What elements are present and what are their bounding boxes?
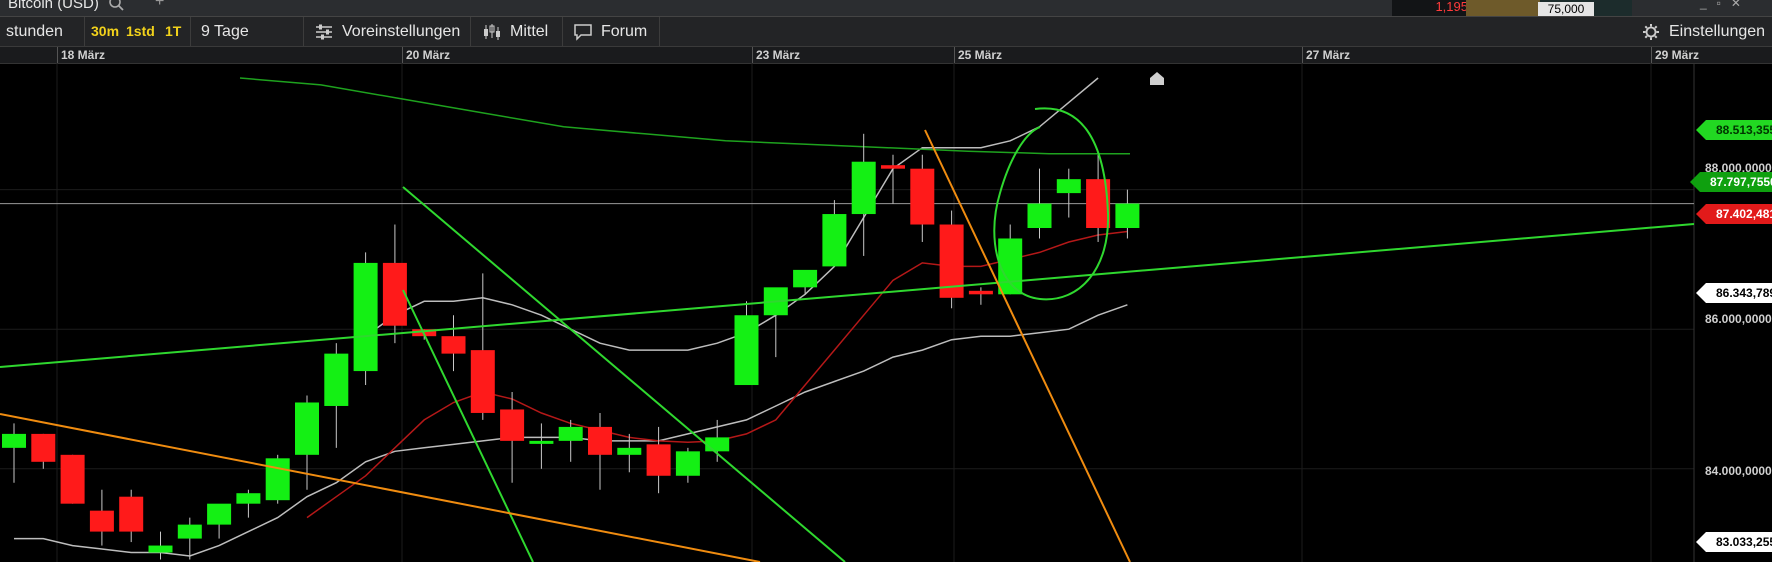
date-label: 27 März — [1306, 48, 1351, 62]
chart-toolbar: stunden 30m 1std 1T 9 Tage Voreinstellun… — [0, 17, 1772, 47]
candle-bull — [851, 161, 876, 215]
interval-1t-button[interactable]: 1T — [165, 17, 181, 46]
candle-bull — [177, 524, 202, 539]
candle-bear — [500, 409, 525, 441]
chart-grid — [0, 63, 1695, 562]
candle-bull — [1115, 203, 1140, 229]
candle-bull — [675, 451, 700, 476]
candle-bull — [324, 353, 349, 406]
date-label: 25 März — [958, 48, 1003, 62]
candle-bear — [60, 454, 85, 504]
chat-bubble-icon — [574, 24, 592, 41]
interval-30m-button[interactable]: 30m — [91, 17, 119, 46]
interval-label: stunden — [6, 23, 63, 40]
date-axis: 18 März 20 März 23 März 25 März 27 März … — [0, 47, 1772, 64]
candle-bull — [617, 447, 642, 455]
candle-bear — [470, 350, 495, 413]
candle-bull — [705, 437, 730, 452]
candle-bear — [646, 444, 671, 476]
candle-bear — [31, 433, 56, 462]
candle-bull — [295, 402, 319, 455]
indicator-button[interactable]: Mittel — [510, 17, 548, 46]
candle-bear — [119, 496, 144, 532]
sliders-icon — [316, 24, 332, 40]
candles-group — [2, 133, 1140, 560]
candle-bull — [529, 440, 554, 444]
candle-bear — [588, 426, 612, 455]
candle-bull — [207, 503, 232, 525]
candle-bear — [382, 262, 407, 326]
settings-button[interactable]: Einstellungen — [1669, 17, 1765, 46]
candle-bull — [734, 315, 759, 386]
price-tag-lower-band: 86.343,7896 — [1696, 283, 1772, 303]
gear-icon — [1643, 24, 1659, 40]
candle-bear — [881, 165, 905, 169]
candle-bear — [89, 510, 114, 532]
candle-bear — [910, 168, 935, 225]
search-icon[interactable] — [108, 0, 126, 13]
candle-bull — [236, 493, 261, 504]
forum-button[interactable]: Forum — [601, 17, 647, 46]
candle-bear — [441, 336, 466, 354]
candle-bull — [558, 426, 583, 441]
presets-button[interactable]: Voreinstellungen — [342, 17, 460, 46]
trendline — [0, 413, 761, 562]
scroll-up-icon[interactable] — [1150, 72, 1164, 85]
candle-bull — [148, 545, 173, 553]
bollinger-upper-line — [365, 77, 1099, 351]
add-tab-button[interactable]: + — [155, 0, 164, 11]
candle-bear — [968, 290, 993, 295]
range-selector[interactable]: 9 Tage — [201, 17, 249, 46]
date-label: 29 März — [1655, 48, 1700, 62]
candle-bull — [822, 214, 847, 267]
date-label: 23 März — [756, 48, 801, 62]
interval-1std-button[interactable]: 1std — [126, 17, 155, 46]
price-chart[interactable] — [0, 63, 1772, 562]
level-value: 75,000 — [1538, 2, 1594, 16]
candlestick-icon — [484, 24, 500, 40]
price-scale-label: 86.000,0000 — [1705, 312, 1772, 326]
price-tag-ma: 87.402,4818 — [1696, 204, 1772, 224]
date-label: 20 März — [406, 48, 451, 62]
window-title-strip: Bitcoin (USD) + 1,195 75,000 _▫✕ — [0, 0, 1772, 17]
long-ma-line — [239, 77, 1131, 155]
candle-bull — [1056, 179, 1081, 194]
window-controls[interactable]: _▫✕ — [1700, 0, 1772, 10]
candle-bull — [265, 458, 290, 501]
indicator-lines — [14, 77, 1131, 557]
candle-bull — [2, 433, 26, 448]
change-value: 1,195 — [1392, 0, 1472, 16]
candle-bull — [793, 269, 818, 288]
price-tag-upper-ma: 88.513,3559 — [1696, 120, 1772, 140]
candle-bull — [1027, 203, 1052, 229]
price-tag-last: 87.797,7550 — [1690, 172, 1772, 192]
candle-bull — [998, 238, 1023, 295]
price-scale-label: 84.000,0000 — [1705, 464, 1772, 478]
candle-bull — [353, 262, 378, 372]
price-tag-bottom: 83.033,2556 — [1696, 532, 1772, 552]
date-label: 18 März — [61, 48, 106, 62]
instrument-title[interactable]: Bitcoin (USD) — [8, 0, 99, 12]
